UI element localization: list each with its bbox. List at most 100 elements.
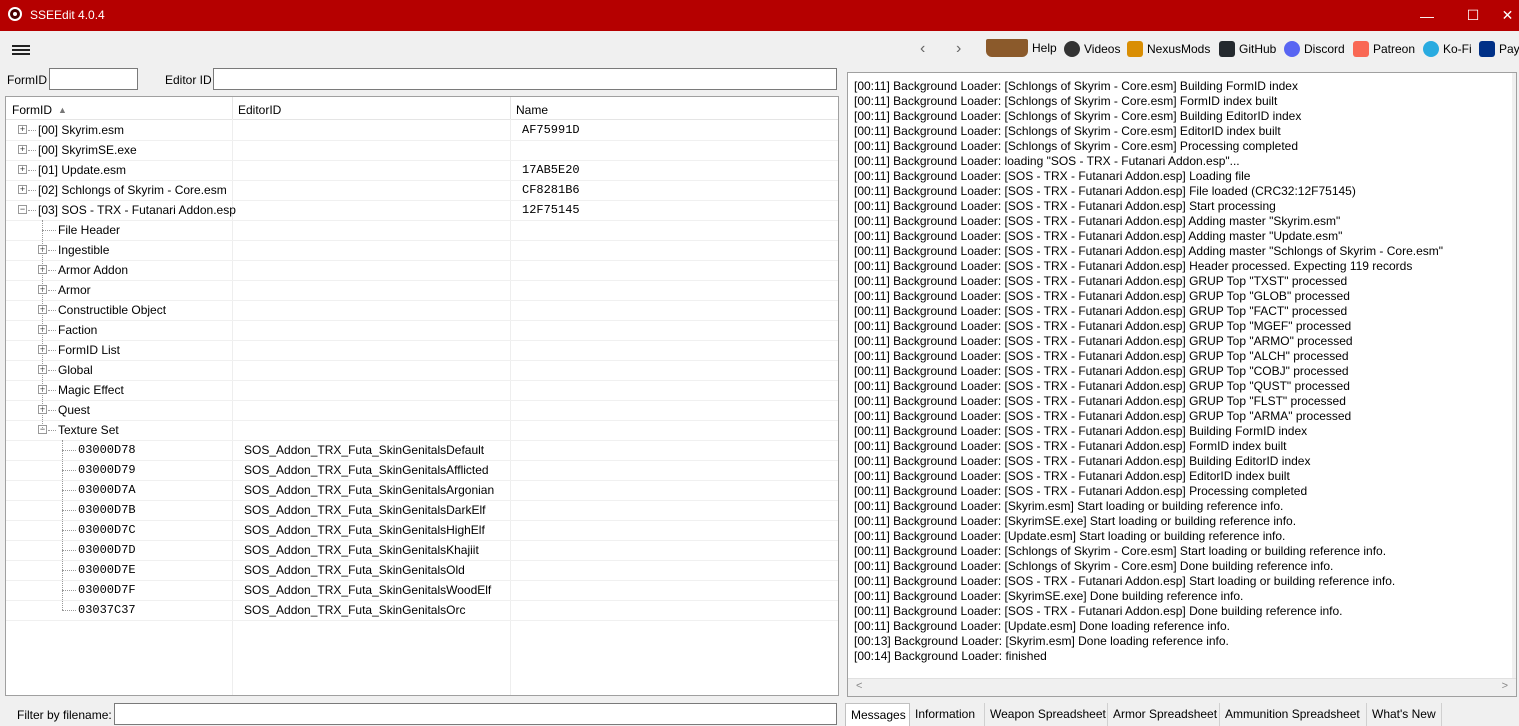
toolbar-link-github[interactable]: GitHub (1219, 41, 1276, 57)
tree-row-file[interactable]: + [00] SkyrimSE.exe (6, 140, 838, 161)
message-line: [00:11] Background Loader: [SOS - TRX - … (854, 334, 1353, 348)
formid-filter-input[interactable] (49, 68, 138, 90)
message-line: [00:11] Background Loader: [Update.esm] … (854, 619, 1231, 633)
tab-information[interactable]: Information (910, 703, 985, 726)
tree-row-record[interactable]: 03000D7F SOS_Addon_TRX_Futa_SkinGenitalsW… (6, 580, 838, 601)
message-line: [00:14] Background Loader: finished (854, 649, 1047, 663)
file-crc: 12F75145 (522, 203, 580, 217)
record-editorid: SOS_Addon_TRX_Futa_SkinGenitalsArgonian (244, 483, 495, 497)
nexusmods-icon (1127, 41, 1143, 57)
message-line: [00:11] Background Loader: [Schlongs of … (854, 544, 1387, 558)
record-formid: 03000D7E (78, 563, 136, 577)
toolbar-link-patreon[interactable]: Patreon (1353, 41, 1415, 57)
tree-row-group[interactable]: + Constructible Object (6, 300, 838, 321)
message-line: [00:13] Background Loader: [Skyrim.esm] … (854, 634, 1229, 648)
patreon-icon (1353, 41, 1369, 57)
record-formid: 03000D7B (78, 503, 136, 517)
tree-row-group[interactable]: − Texture Set (6, 420, 838, 441)
tree-row-record[interactable]: 03037C37 SOS_Addon_TRX_Futa_SkinGenitalsO… (6, 600, 838, 621)
tree-row-group[interactable]: + Armor (6, 280, 838, 301)
tree-row-group[interactable]: + Faction (6, 320, 838, 341)
tab-weapon-spreadsheet[interactable]: Weapon Spreadsheet (985, 703, 1108, 726)
record-editorid: SOS_Addon_TRX_Futa_SkinGenitalsAfflicted (244, 463, 489, 477)
toolbar-link-nexusmods[interactable]: NexusMods (1127, 41, 1210, 57)
tree-row-record[interactable]: 03000D7B SOS_Addon_TRX_Futa_SkinGenitalsD… (6, 500, 838, 521)
toolbar-link-videos[interactable]: Videos (1064, 41, 1120, 57)
file-label: [03] SOS - TRX - Futanari Addon.esp (38, 203, 236, 217)
tree-row-record[interactable]: 03000D7C SOS_Addon_TRX_Futa_SkinGenitalsH… (6, 520, 838, 541)
window-title: SSEEdit 4.0.4 (30, 8, 105, 22)
toolbar-link-payp[interactable]: PayP (1479, 41, 1519, 57)
file-crc: AF75991D (522, 123, 580, 137)
tab-messages[interactable]: Messages (845, 703, 910, 726)
column-editorid[interactable]: EditorID (238, 103, 281, 117)
record-tree[interactable]: FormID ▲ EditorID Name + [00] Skyrim.esm A… (5, 96, 839, 696)
column-formid[interactable]: FormID (12, 103, 52, 117)
toolbar-link-discord[interactable]: Discord (1284, 41, 1345, 57)
menu-icon[interactable] (12, 45, 30, 55)
message-line: [00:11] Background Loader: [SOS - TRX - … (854, 169, 1251, 183)
record-formid: 03000D7F (78, 583, 136, 597)
message-line: [00:11] Background Loader: [SOS - TRX - … (854, 574, 1396, 588)
column-name[interactable]: Name (516, 103, 548, 117)
tab-ammunition-spreadsheet[interactable]: Ammunition Spreadsheet (1220, 703, 1367, 726)
message-line: [00:11] Background Loader: [SOS - TRX - … (854, 214, 1341, 228)
tab-what-s-new[interactable]: What's New (1367, 703, 1442, 726)
formid-filter-label: FormID (7, 73, 47, 87)
record-editorid: SOS_Addon_TRX_Futa_SkinGenitalsOrc (244, 603, 466, 617)
tree-row-file[interactable]: + [01] Update.esm 17AB5E20 (6, 160, 838, 181)
tree-row-record[interactable]: 03000D78 SOS_Addon_TRX_Futa_SkinGenitalsD… (6, 440, 838, 461)
vertical-scrollbar[interactable] (1512, 73, 1516, 696)
tree-row-record[interactable]: 03000D7D SOS_Addon_TRX_Futa_SkinGenitalsK… (6, 540, 838, 561)
minimize-button[interactable]: — (1404, 0, 1450, 31)
scroll-left-icon[interactable]: < (856, 680, 862, 692)
filename-filter-bar: Filter by filename: (0, 700, 840, 726)
tree-row-group[interactable]: File Header (6, 220, 838, 241)
tree-row-group[interactable]: + Ingestible (6, 240, 838, 261)
message-line: [00:11] Background Loader: [SOS - TRX - … (854, 484, 1308, 498)
expand-icon[interactable]: + (18, 145, 27, 154)
toolbar-link-help[interactable]: Help (986, 39, 1057, 57)
back-button[interactable]: ‹ (920, 40, 925, 58)
close-button[interactable]: ✕ (1496, 0, 1519, 31)
record-formid: 03037C37 (78, 603, 136, 617)
toolbar: ‹ › Help Videos NexusMods GitHub Discord Patr… (0, 31, 1519, 67)
tree-row-record[interactable]: 03000D7E SOS_Addon_TRX_Futa_SkinGenitalsO… (6, 560, 838, 581)
forward-button[interactable]: › (956, 40, 961, 58)
expand-icon[interactable]: + (18, 125, 27, 134)
expand-icon[interactable]: + (18, 185, 27, 194)
tree-row-group[interactable]: + Magic Effect (6, 380, 838, 401)
expand-icon[interactable]: + (18, 165, 27, 174)
tree-row-group[interactable]: + Armor Addon (6, 260, 838, 281)
tab-armor-spreadsheet[interactable]: Armor Spreadsheet (1108, 703, 1220, 726)
tree-header: FormID ▲ EditorID Name (6, 97, 838, 120)
group-label: Quest (58, 403, 91, 417)
messages-pane[interactable]: [00:11] Background Loader: [Schlongs of … (847, 72, 1517, 697)
tree-row-file[interactable]: + [02] Schlongs of Skyrim - Core.esm CF828… (6, 180, 838, 201)
scroll-right-icon[interactable]: > (1502, 680, 1508, 692)
editorid-filter-input[interactable] (213, 68, 837, 90)
tree-row-record[interactable]: 03000D7A SOS_Addon_TRX_Futa_SkinGenitalsA… (6, 480, 838, 501)
message-line: [00:11] Background Loader: [Update.esm] … (854, 529, 1286, 543)
message-line: [00:11] Background Loader: [Schlongs of … (854, 559, 1334, 573)
tree-row-group[interactable]: + Global (6, 360, 838, 381)
record-editorid: SOS_Addon_TRX_Futa_SkinGenitalsDefault (244, 443, 485, 457)
book-icon (986, 39, 1028, 57)
horizontal-scrollbar[interactable]: < > (848, 678, 1516, 696)
title-bar: SSEEdit 4.0.4 — ☐ ✕ (0, 0, 1519, 31)
tree-row-group[interactable]: + FormID List (6, 340, 838, 361)
maximize-button[interactable]: ☐ (1450, 0, 1496, 31)
toolbar-link-label: GitHub (1239, 42, 1277, 56)
collapse-icon[interactable]: − (18, 205, 27, 214)
group-label: Texture Set (58, 423, 119, 437)
toolbar-link-ko-fi[interactable]: Ko-Fi (1423, 41, 1472, 57)
tree-row-group[interactable]: + Quest (6, 400, 838, 421)
filename-filter-input[interactable] (114, 703, 837, 725)
kofi-icon (1423, 41, 1439, 57)
tree-row-record[interactable]: 03000D79 SOS_Addon_TRX_Futa_SkinGenitalsA… (6, 460, 838, 481)
tree-row-file[interactable]: + [00] Skyrim.esm AF75991D (6, 120, 838, 141)
record-editorid: SOS_Addon_TRX_Futa_SkinGenitalsWoodElf (244, 583, 492, 597)
toolbar-link-label: Patreon (1373, 42, 1416, 56)
message-line: [00:11] Background Loader: [SOS - TRX - … (854, 394, 1346, 408)
tree-row-file[interactable]: − [03] SOS - TRX - Futanari Addon.esp 12F7… (6, 200, 838, 221)
